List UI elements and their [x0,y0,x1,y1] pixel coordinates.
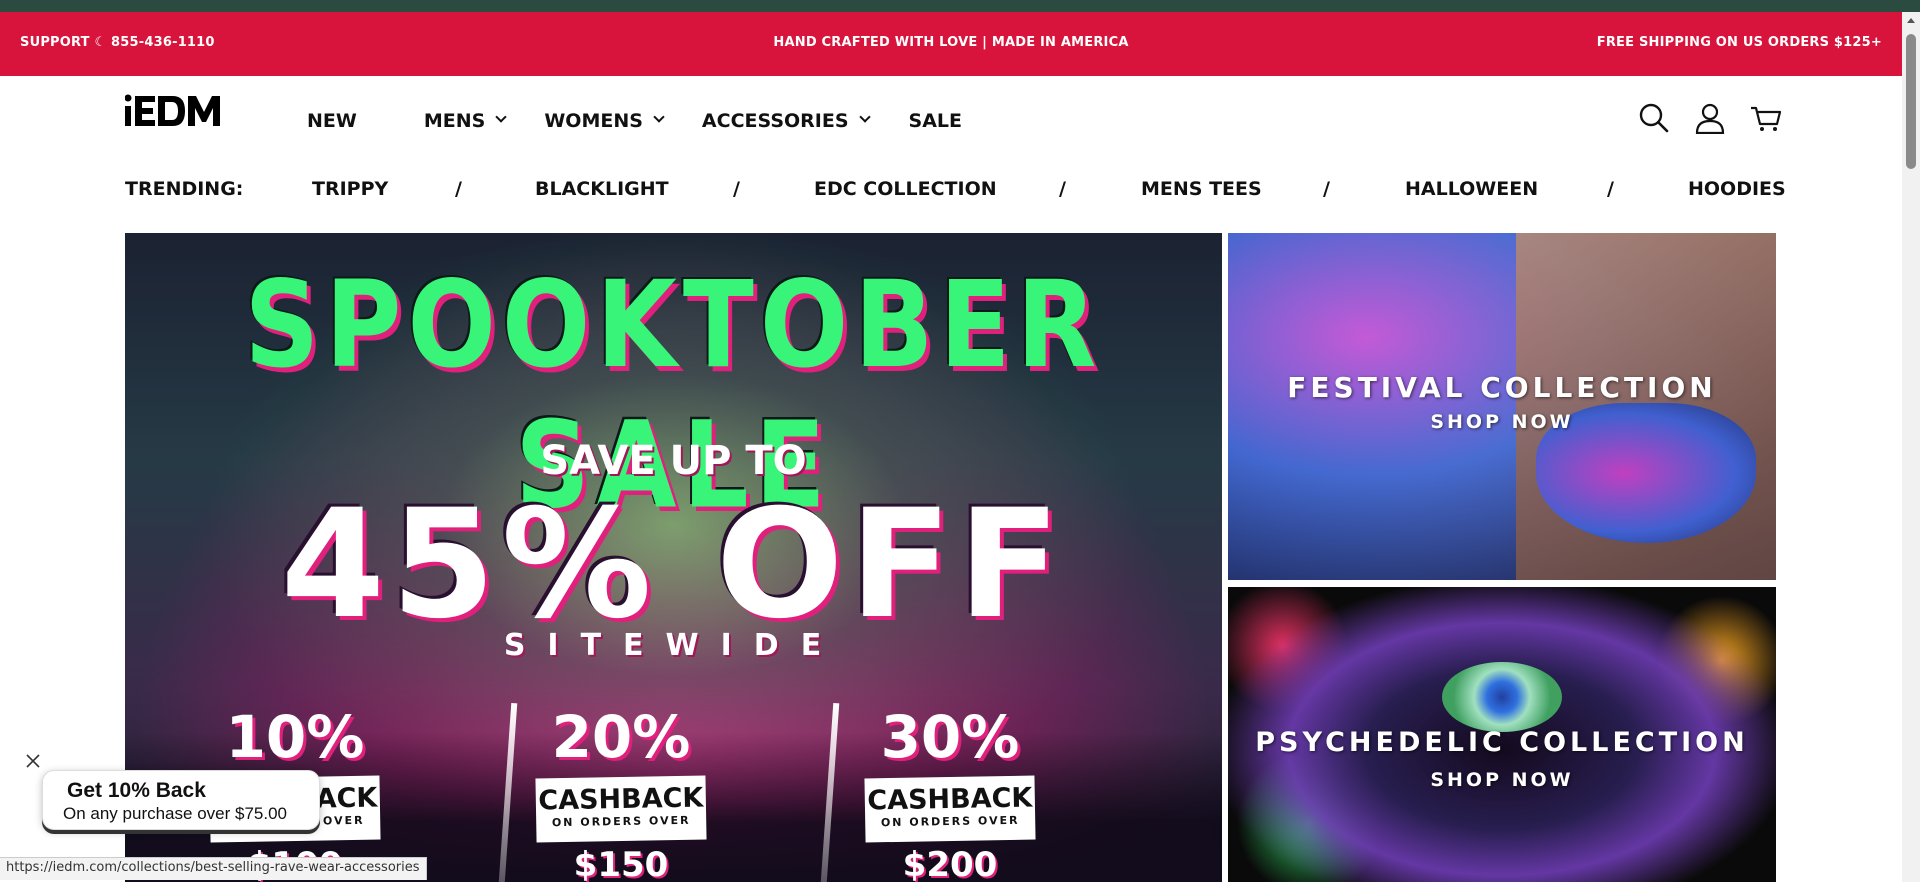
promo-shop-now[interactable]: SHOP NOW [1228,769,1776,791]
logo-mark [124,94,220,126]
trending-label: TRENDING: [125,178,244,200]
chevron-down-icon [495,111,507,123]
hero-discount: 45% OFF [280,478,1067,652]
trending-separator: / [455,178,462,200]
chevron-down-icon [653,111,665,123]
tier-label: CASHBACK [867,782,1033,817]
nav-mens[interactable]: MENS [423,110,507,132]
scrollbar-thumb[interactable] [1906,34,1916,169]
tier-percent: 10% [225,703,365,771]
trending-bar: TRENDING: TRIPPY / BLACKLIGHT / EDC COLL… [125,178,1786,204]
main-navigation: NEW MENS WOMENS ACCESSORIES SALE [307,110,962,132]
popup-title: Get 10% Back [67,779,206,802]
alien-eye-graphic [1442,662,1562,732]
promo-shop-now[interactable]: SHOP NOW [1228,411,1776,433]
cashback-popup[interactable]: Get 10% Back On any purchase over $75.00 [42,770,320,830]
tier-sub: ON ORDERS OVER [551,813,691,830]
trending-separator: / [1323,178,1330,200]
close-icon[interactable] [22,750,44,772]
account-icon[interactable] [1694,102,1726,135]
trending-link-mens-tees[interactable]: MENS TEES [1141,178,1262,200]
tier-card: CASHBACK ON ORDERS OVER [535,775,707,843]
trending-separator: / [1059,178,1066,200]
header-icons [1638,102,1806,135]
promo-festival-collection[interactable]: FESTIVAL COLLECTION SHOP NOW [1228,233,1776,580]
page-scrollbar[interactable] [1902,12,1920,882]
cart-icon[interactable] [1750,102,1782,134]
promo-title: PSYCHEDELIC COLLECTION [1255,727,1749,758]
tier-label: CASHBACK [538,782,704,817]
search-icon[interactable] [1638,102,1670,134]
cashback-tier-2: 20% CASHBACK ON ORDERS OVER $150 [531,703,711,882]
cashback-tier-3: 30% CASHBACK ON ORDERS OVER $200 [860,703,1040,882]
tier-sub: ON ORDERS OVER [880,813,1020,830]
browser-top-strip [0,0,1920,12]
trending-link-edc-collection[interactable]: EDC COLLECTION [814,178,997,200]
promo-psychedelic-collection[interactable]: PSYCHEDELIC COLLECTION SHOP NOW [1228,587,1776,882]
tier-percent: 20% [551,703,691,771]
nav-sale[interactable]: SALE [909,110,962,132]
nav-label: ACCESSORIES [701,110,849,132]
tier-card: CASHBACK ON ORDERS OVER [864,775,1036,843]
nav-accessories[interactable]: ACCESSORIES [701,110,871,132]
nav-label: SALE [908,110,963,132]
trending-link-halloween[interactable]: HALLOWEEN [1405,178,1538,200]
tier-amount: $150 [573,845,669,882]
promo-title: FESTIVAL COLLECTION [1287,371,1717,404]
trending-separator: / [1607,178,1614,200]
hero-sitewide: SITEWIDE [503,628,844,663]
tier-amount: $200 [902,845,998,882]
popup-subtitle: On any purchase over $75.00 [63,804,287,823]
nav-new[interactable]: NEW [307,110,357,132]
nav-womens[interactable]: WOMENS [544,110,665,132]
announcement-bar: SUPPORT ☾ 855-436-1110 HAND CRAFTED WITH… [0,12,1902,76]
trending-link-blacklight[interactable]: BLACKLIGHT [535,178,669,200]
scroll-up-arrow-icon[interactable] [1907,18,1915,23]
nav-label: MENS [423,110,486,132]
site-logo[interactable] [124,93,238,129]
trending-link-hoodies[interactable]: HOODIES [1688,178,1786,200]
nav-label: WOMENS [544,110,643,132]
tier-percent: 30% [880,703,1020,771]
site-header: NEW MENS WOMENS ACCESSORIES SALE [0,76,1902,158]
trending-separator: / [733,178,740,200]
nav-label: NEW [307,110,357,132]
trending-link-trippy[interactable]: TRIPPY [312,178,388,200]
free-shipping-text: FREE SHIPPING ON US ORDERS $125+ [1596,35,1882,50]
browser-status-url: https://iedm.com/collections/best-sellin… [0,857,427,880]
chevron-down-icon [858,111,871,123]
